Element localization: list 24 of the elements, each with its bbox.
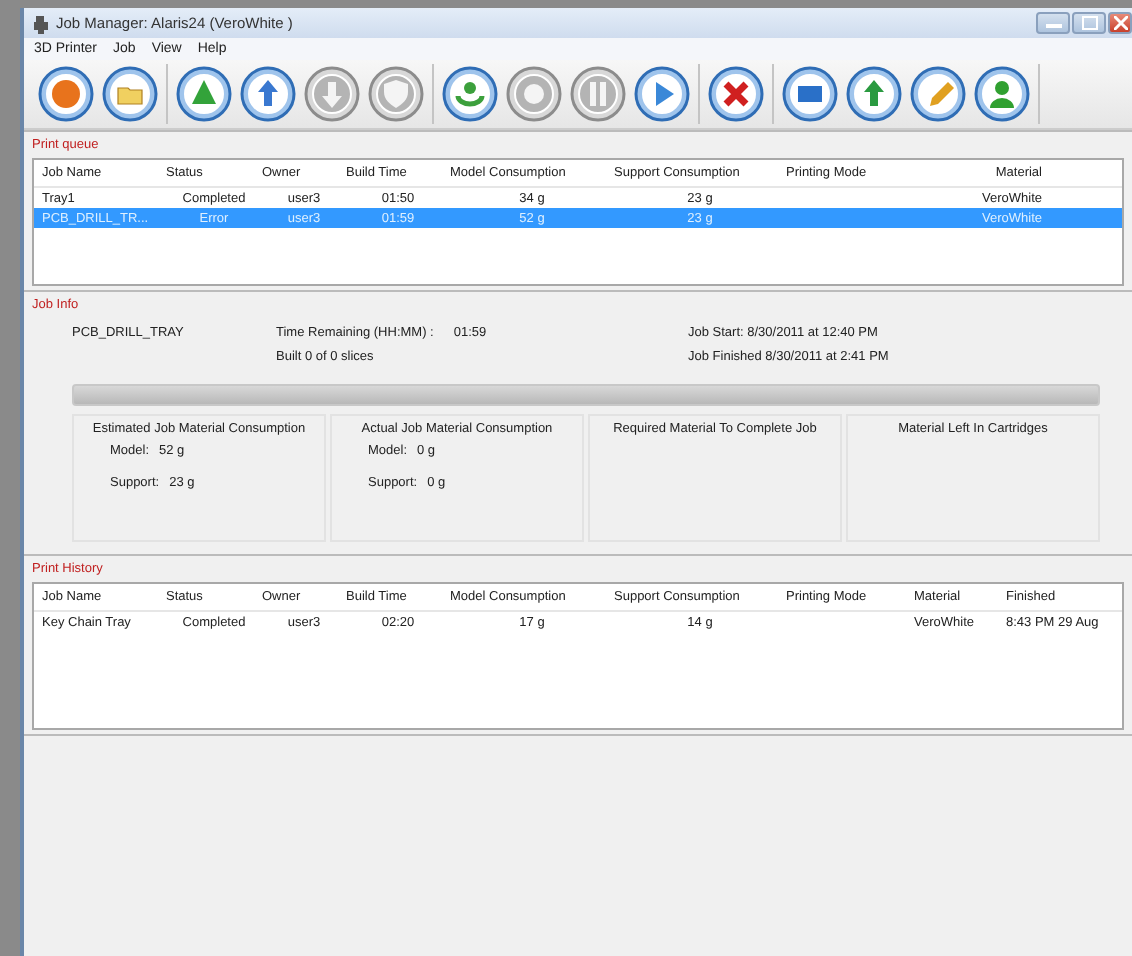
pencil-icon — [910, 66, 966, 122]
play-icon — [634, 66, 690, 122]
x-icon — [708, 66, 764, 122]
dot-icon — [506, 66, 562, 122]
toolbar-button[interactable] — [706, 64, 766, 124]
minimize-button[interactable] — [1036, 12, 1070, 34]
toolbar-button[interactable] — [632, 64, 692, 124]
toolbar-button[interactable] — [844, 64, 904, 124]
shield-icon — [368, 66, 424, 122]
toolbar-button[interactable] — [908, 64, 968, 124]
close-icon — [1113, 16, 1127, 30]
pause-icon — [570, 66, 626, 122]
close-button[interactable] — [1108, 12, 1132, 34]
toolbar-button[interactable] — [972, 64, 1032, 124]
toolbar-button[interactable] — [174, 64, 234, 124]
folder-icon — [102, 66, 158, 122]
minimize-icon — [1045, 19, 1061, 27]
toolbar-button[interactable] — [100, 64, 160, 124]
toolbar-button[interactable] — [36, 64, 96, 124]
maximize-icon — [1081, 16, 1097, 30]
maximize-button[interactable] — [1072, 12, 1106, 34]
user-icon — [974, 66, 1030, 122]
sphere-icon — [38, 66, 94, 122]
toolbar-button[interactable] — [238, 64, 298, 124]
